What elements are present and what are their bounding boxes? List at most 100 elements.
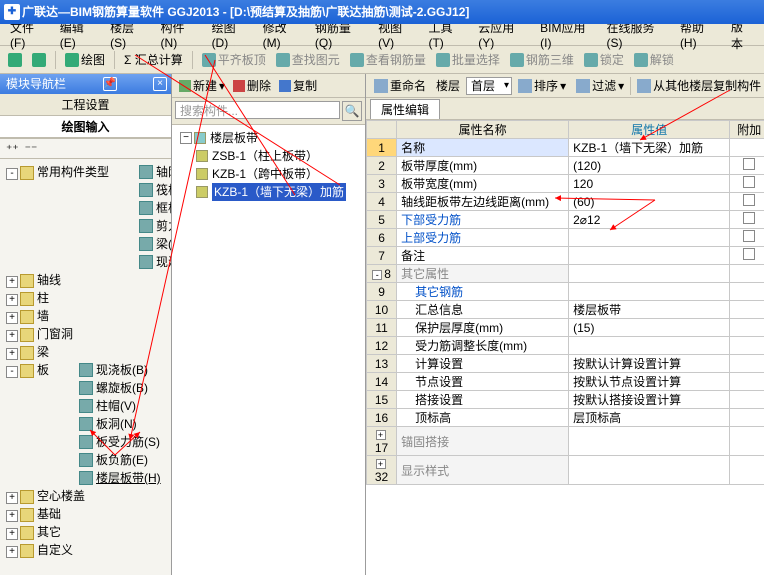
prop-value[interactable]: 120 (569, 175, 730, 193)
tree-node[interactable]: +自定义 (6, 541, 169, 559)
tree-label[interactable]: 螺旋板(B) (96, 379, 148, 397)
tree-label[interactable]: 现浇板(B) (96, 361, 148, 379)
tree-leaf[interactable]: 柱帽(V) (65, 397, 169, 415)
prop-value[interactable]: KZB-1（墙下无梁）加筋 (569, 139, 730, 157)
group-toggle[interactable]: + (376, 459, 386, 469)
tree-label[interactable]: 剪力墙(Q) (156, 217, 171, 235)
tree-node[interactable]: +其它 (6, 523, 169, 541)
item-label[interactable]: KZB-1（跨中板带） (212, 165, 318, 183)
prop-add-cell[interactable] (730, 193, 764, 211)
expander-icon[interactable]: + (6, 510, 18, 522)
tree-label[interactable]: 梁(L) (156, 235, 171, 253)
tree-label[interactable]: 框柱(Z) (156, 199, 171, 217)
prop-add-cell[interactable] (730, 175, 764, 193)
prop-add-cell[interactable] (730, 355, 764, 373)
tree-label[interactable]: 基础 (37, 505, 61, 523)
copy-from-floor-button[interactable]: 从其他楼层复制构件 (633, 77, 764, 94)
property-row[interactable]: 2板带厚度(mm)(120) (367, 157, 764, 175)
prop-add-cell[interactable] (730, 265, 764, 283)
tree-leaf[interactable]: 现浇板(B) (125, 253, 171, 271)
prop-value[interactable]: 2⌀12 (569, 211, 730, 229)
property-row[interactable]: 16顶标高层顶标高 (367, 409, 764, 427)
tree-node[interactable]: +梁 (6, 343, 169, 361)
add-checkbox[interactable] (743, 176, 755, 188)
prop-add-cell[interactable] (730, 456, 764, 485)
prop-add-cell[interactable] (730, 337, 764, 355)
expander-icon[interactable]: - (6, 168, 18, 180)
tree-label[interactable]: 墙 (37, 307, 49, 325)
tree-label[interactable]: 常用构件类型 (37, 163, 109, 181)
expander-icon[interactable]: + (6, 312, 18, 324)
collapse-all-icon[interactable]: ⁻⁻ (25, 142, 38, 156)
tree-leaf[interactable]: 筏板基础(M) (125, 181, 171, 199)
tree-label[interactable]: 板受力筋(S) (96, 433, 160, 451)
expander-icon[interactable]: + (6, 546, 18, 558)
expander-icon[interactable]: + (6, 294, 18, 306)
property-row[interactable]: -8其它属性 (367, 265, 764, 283)
prop-add-cell[interactable] (730, 229, 764, 247)
group-label[interactable]: 楼层板带 (210, 129, 258, 147)
tree-label[interactable]: 门窗洞 (37, 325, 73, 343)
tree-leaf[interactable]: 板负筋(E) (65, 451, 169, 469)
property-row[interactable]: 13计算设置按默认计算设置计算 (367, 355, 764, 373)
expander-icon[interactable]: + (6, 492, 18, 504)
prop-add-cell[interactable] (730, 283, 764, 301)
expander-icon[interactable]: − (180, 132, 192, 144)
add-checkbox[interactable] (743, 248, 755, 260)
tree-node[interactable]: + 轴线 (6, 271, 169, 289)
component-type-tree[interactable]: -常用构件类型轴网(J)筏板基础(M)框柱(Z)剪力墙(Q)梁(L)现浇板(B)… (0, 159, 171, 575)
add-checkbox[interactable] (743, 158, 755, 170)
tree-label[interactable]: 轴线 (37, 271, 61, 289)
property-grid[interactable]: 属性名称属性值附加1名称KZB-1（墙下无梁）加筋2板带厚度(mm)(120)3… (366, 120, 764, 575)
prop-value[interactable] (569, 456, 730, 485)
expander-icon[interactable]: + (6, 330, 18, 342)
expander-icon[interactable]: + (6, 528, 18, 540)
prop-value[interactable] (569, 337, 730, 355)
tree-label[interactable]: 现浇板(B) (156, 253, 171, 271)
tree-leaf[interactable]: 楼层板带(H) (65, 469, 169, 487)
property-row[interactable]: 1名称KZB-1（墙下无梁）加筋 (367, 139, 764, 157)
tree-node[interactable]: - 板 现浇板(B)螺旋板(B)柱帽(V)板洞(N)板受力筋(S)板负筋(E)楼层板… (6, 361, 169, 487)
pin-icon[interactable]: 📌 (103, 77, 117, 91)
tb-viewrebar[interactable]: 查看钢筋量 (346, 50, 430, 69)
expander-icon[interactable]: - (6, 366, 18, 378)
add-checkbox[interactable] (743, 194, 755, 206)
tree-node[interactable]: - 常用构件类型 轴网(J)筏板基础(M)框柱(Z)剪力墙(Q)梁(L)现浇板(B) (6, 163, 169, 271)
prop-add-cell[interactable] (730, 139, 764, 157)
tb-sum[interactable]: Σ 汇总计算 (120, 50, 187, 69)
property-row[interactable]: 14节点设置按默认节点设置计算 (367, 373, 764, 391)
tree-leaf[interactable]: 梁(L) (125, 235, 171, 253)
expand-all-icon[interactable]: ⁺⁺ (6, 142, 19, 156)
tree-leaf[interactable]: 板受力筋(S) (65, 433, 169, 451)
tab-project-settings[interactable]: 工程设置 (0, 94, 171, 116)
tree-label[interactable]: 柱帽(V) (96, 397, 136, 415)
tree-leaf[interactable]: 框柱(Z) (125, 199, 171, 217)
tree-label[interactable]: 轴网(J) (156, 163, 171, 181)
component-instance-tree[interactable]: −楼层板带ZSB-1（柱上板带）KZB-1（跨中板带）KZB-1（墙下无梁）加筋 (172, 125, 365, 575)
search-go-button[interactable]: 🔍 (342, 101, 362, 121)
prop-value[interactable] (569, 265, 730, 283)
prop-value[interactable]: 按默认节点设置计算 (569, 373, 730, 391)
prop-add-cell[interactable] (730, 301, 764, 319)
tree-node[interactable]: + 基础 (6, 505, 169, 523)
prop-add-cell[interactable] (730, 319, 764, 337)
property-row[interactable]: +32显示样式 (367, 456, 764, 485)
new-button[interactable]: 新建▾ (176, 77, 228, 94)
prop-value[interactable] (569, 427, 730, 456)
tree-label[interactable]: 板 (37, 361, 49, 379)
tree-node[interactable]: +墙 (6, 307, 169, 325)
tb-batchsel[interactable]: 批量选择 (432, 50, 504, 69)
group-toggle[interactable]: - (372, 270, 382, 280)
expander-icon[interactable]: + (6, 276, 18, 288)
tb-unlock[interactable]: 解锁 (630, 50, 678, 69)
prop-value[interactable] (569, 283, 730, 301)
tree-leaf[interactable]: 螺旋板(B) (65, 379, 169, 397)
property-row[interactable]: 3板带宽度(mm)120 (367, 175, 764, 193)
tree-label[interactable]: 板洞(N) (96, 415, 137, 433)
property-row[interactable]: 6上部受力筋 (367, 229, 764, 247)
tree-leaf[interactable]: 板洞(N) (65, 415, 169, 433)
sort-button[interactable]: 排序▾ (514, 77, 570, 94)
tb-draw[interactable]: 绘图 (61, 50, 109, 69)
prop-value[interactable]: 楼层板带 (569, 301, 730, 319)
tree-node[interactable]: +柱 (6, 289, 169, 307)
